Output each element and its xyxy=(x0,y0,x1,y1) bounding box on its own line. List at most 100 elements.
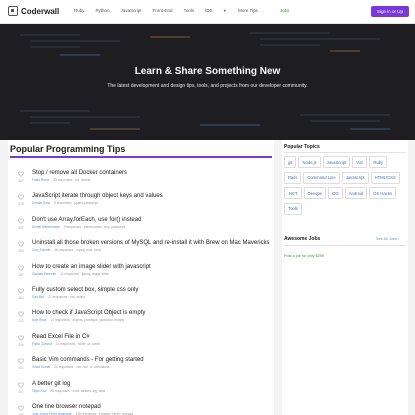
tip-author-link[interactable]: Gautam Ramesh xyxy=(32,272,56,276)
heart-icon[interactable] xyxy=(18,335,24,341)
topic-tag[interactable]: Devops xyxy=(303,187,326,199)
nav-item-javascript[interactable]: JavaScript xyxy=(121,8,142,14)
tip-title-link[interactable]: How to create an image slider with javas… xyxy=(32,264,151,270)
topic-tag[interactable]: Node.js xyxy=(298,156,321,168)
tip-author-link[interactable]: Fabio Rehm xyxy=(32,178,49,182)
upvote-count: 467 xyxy=(18,179,24,183)
tip-author-link[interactable]: Filipe Kiss xyxy=(32,389,47,393)
nav-item-front-end[interactable]: Front-End xyxy=(153,8,173,14)
heart-icon[interactable] xyxy=(18,358,24,364)
top-navbar: Coderwall Ruby Python JavaScript Front-E… xyxy=(0,0,415,24)
heart-icon[interactable] xyxy=(18,382,24,388)
tip-details: 9 responses · performance, loop, javascr… xyxy=(63,224,125,229)
logo[interactable]: Coderwall xyxy=(8,6,59,16)
tip-details: 14 responses · objects, prototype, javas… xyxy=(50,318,125,323)
hero-title: Learn & Share Something New xyxy=(134,66,281,77)
tip-details: 35 responses · lxc, docker xyxy=(53,178,91,182)
topic-tag[interactable]: JavaScript xyxy=(322,156,351,168)
nav-item-ios[interactable]: iOS xyxy=(205,8,213,14)
nav-item-jobs[interactable]: Jobs xyxy=(280,8,290,14)
see-all-jobs-link[interactable]: See All Jobs › xyxy=(376,237,399,241)
topic-tag[interactable]: Rails xyxy=(284,171,302,184)
topic-tag[interactable]: OS Hacks xyxy=(369,187,397,199)
tip-item: 467 Stop / remove all Docker containers Fa… xyxy=(8,170,274,193)
upvote-count: 322 xyxy=(18,225,24,230)
heart-icon[interactable] xyxy=(18,194,24,201)
tip-author-link[interactable]: Cory Schmitt xyxy=(32,248,50,252)
logo-text: Coderwall xyxy=(21,6,60,16)
tip-details: 48 responses · mysql, mac, brew xyxy=(54,248,102,253)
tip-item: 287 How to create an image slider with ja… xyxy=(8,264,274,287)
tip-meta: Donald Sims 8 responses · jquery, javascr… xyxy=(32,201,98,205)
topic-tag[interactable]: Ruby xyxy=(369,156,388,168)
tip-author-link[interactable]: Pablo Zamora xyxy=(32,342,52,346)
tip-item: 378 JavaScript iterate through object key… xyxy=(8,193,274,216)
heart-icon[interactable] xyxy=(18,405,24,411)
logo-icon xyxy=(8,6,18,16)
tip-details: 20 responses · vim, vim, vi, commands xyxy=(54,365,110,370)
topic-tag[interactable]: Android xyxy=(344,187,368,199)
hero-subtitle: The latest development and design tips, … xyxy=(107,83,308,89)
tips-list: 467 Stop / remove all Docker containers Fa… xyxy=(8,170,274,415)
tip-title-link[interactable]: A better git log xyxy=(32,381,70,387)
tip-item: 206 Read Excel File in C# Pablo Zamora 11 r… xyxy=(8,334,274,357)
heart-icon[interactable] xyxy=(18,218,24,224)
tip-title-link[interactable]: Uninstall all those broken versions of M… xyxy=(32,240,270,246)
tip-meta: Fabio Rehm 35 responses · lxc, docker xyxy=(32,178,91,182)
topic-tag[interactable]: Command Line xyxy=(303,171,340,184)
topic-tag[interactable]: Tools xyxy=(284,202,302,215)
topic-tag[interactable]: git xyxy=(284,156,297,168)
topic-tag[interactable]: Javascript xyxy=(341,171,369,184)
nav-item-tools[interactable]: Tools xyxy=(184,8,195,14)
tip-meta: Cory Schmitt 48 responses · mysql, mac, b… xyxy=(32,248,101,252)
upvote-count: 197 xyxy=(18,389,24,394)
tip-author-link[interactable]: Ahmet Mermerkaya xyxy=(32,225,60,229)
tip-author-link[interactable]: Donald Sims xyxy=(32,201,50,205)
tip-item: 264 Fully custom select box, simple css o… xyxy=(8,287,274,310)
topic-tag[interactable]: Vim xyxy=(352,156,368,168)
tip-title-link[interactable]: Fully custom select box, simple css only xyxy=(32,287,138,293)
tip-meta: Pablo Zamora 11 responses · excel, c#, ol… xyxy=(32,342,100,346)
divider xyxy=(284,245,406,246)
tip-details: 27 responses · css, select xyxy=(48,294,85,299)
heart-icon[interactable] xyxy=(18,311,24,318)
tip-item: 322 Don't use Array.forEach, use for() in… xyxy=(8,217,274,240)
tip-author-link[interactable]: Vinod Kumar xyxy=(32,365,50,369)
popular-topics-title: Popular Topics xyxy=(284,144,320,150)
tip-title-link[interactable]: Don't use Array.forEach, use for() inste… xyxy=(32,217,141,223)
more-tips-label: More Tips xyxy=(238,8,258,13)
heart-icon[interactable] xyxy=(18,241,24,247)
upvote-count: 287 xyxy=(18,272,24,277)
nav-item-ruby[interactable]: Ruby xyxy=(74,8,85,14)
tip-title-link[interactable]: Stop / remove all Docker containers xyxy=(32,170,127,176)
tip-details: 11 responses · jquery, image slider xyxy=(60,271,110,276)
tip-title-link[interactable]: Basic Vim commands - For getting started xyxy=(32,357,144,363)
tip-details: 48 responses · color, aliases, log, alia… xyxy=(50,388,106,393)
topic-tag[interactable]: .NET xyxy=(284,187,302,199)
tip-meta: Filipe Kiss 48 responses · color, aliases… xyxy=(32,389,105,393)
heart-icon[interactable] xyxy=(18,171,24,177)
upvote-count: 264 xyxy=(18,295,24,300)
nav-item-more-tips[interactable]: ▾ More Tips xyxy=(224,8,269,14)
upvote-count: 201 xyxy=(18,366,24,371)
popular-tips-panel: Popular Programming Tips 467 Stop / remov… xyxy=(8,140,274,415)
tip-title-link[interactable]: One line browser notepad xyxy=(32,404,101,410)
tip-meta: Gautam Ramesh 11 responses · jquery, imag… xyxy=(32,272,109,276)
tip-author-link[interactable]: Kyle Ross xyxy=(32,318,46,322)
topic-tag[interactable]: iOS xyxy=(327,187,343,199)
chevron-right-icon: › xyxy=(397,237,400,241)
post-job-link[interactable]: Post a job for only $299 xyxy=(284,254,324,258)
topic-tag[interactable]: HTML/CSS xyxy=(370,171,400,184)
upvote-count: 378 xyxy=(18,202,24,207)
see-all-jobs-label: See All Jobs xyxy=(376,237,397,241)
tip-title-link[interactable]: JavaScript iterate through object keys a… xyxy=(32,193,163,199)
tip-title-link[interactable]: How to check if JavaScript Object is emp… xyxy=(32,310,145,316)
divider xyxy=(284,152,406,153)
tip-author-link[interactable]: Dan Bell xyxy=(32,295,44,299)
tip-title-link[interactable]: Read Excel File in C# xyxy=(32,334,90,340)
topics-list: git Node.js JavaScript Vim Ruby Rails Command … xyxy=(284,156,406,218)
signin-button[interactable]: Sign in or Up xyxy=(371,6,409,17)
heart-icon[interactable] xyxy=(18,288,24,294)
heart-icon[interactable] xyxy=(18,265,24,271)
nav-item-python[interactable]: Python xyxy=(96,8,110,14)
